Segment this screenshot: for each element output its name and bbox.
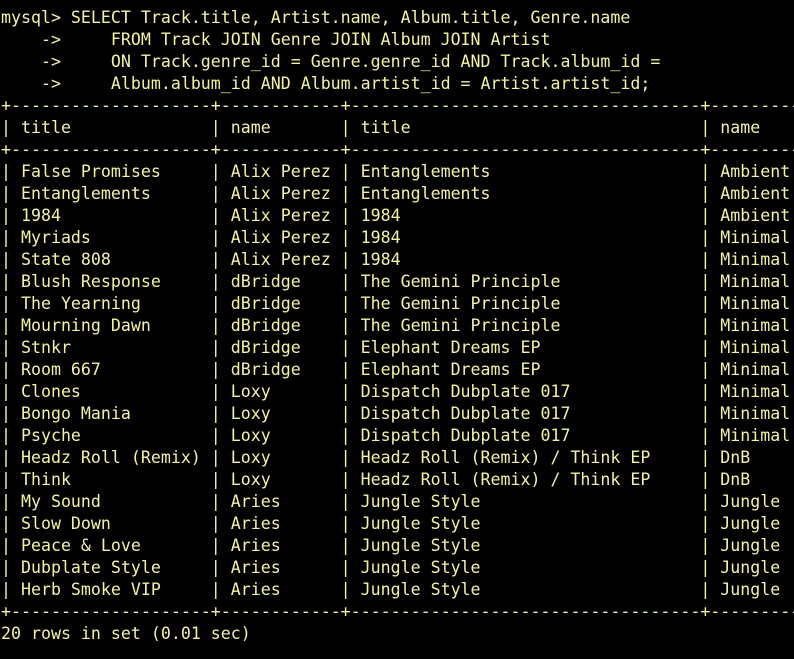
sql-query: mysql> SELECT Track.title, Artist.name, …	[1, 7, 794, 95]
query-line: -> Album.album_id AND Album.artist_id = …	[1, 74, 651, 93]
table-border: +--------------------+------------+-----…	[1, 140, 794, 159]
table-row: | False Promises | Alix Perez | Entangle…	[1, 162, 794, 181]
table-row: | Blush Response | dBridge | The Gemini …	[1, 272, 794, 291]
table-row: | Herb Smoke VIP | Aries | Jungle Style …	[1, 580, 794, 599]
table-row: | Psyche | Loxy | Dispatch Dubplate 017 …	[1, 426, 794, 445]
terminal-window[interactable]: mysql> SELECT Track.title, Artist.name, …	[0, 0, 794, 659]
table-row: | Bongo Mania | Loxy | Dispatch Dubplate…	[1, 404, 794, 423]
table-border: +--------------------+------------+-----…	[1, 602, 794, 621]
table-row: | Entanglements | Alix Perez | Entanglem…	[1, 184, 794, 203]
table-border: +--------------------+------------+-----…	[1, 96, 794, 115]
table-row: | Dubplate Style | Aries | Jungle Style …	[1, 558, 794, 577]
table-row: | The Yearning | dBridge | The Gemini Pr…	[1, 294, 794, 313]
table-row: | Room 667 | dBridge | Elephant Dreams E…	[1, 360, 794, 379]
query-line: mysql> SELECT Track.title, Artist.name, …	[1, 8, 631, 27]
table-row: | Think | Loxy | Headz Roll (Remix) / Th…	[1, 470, 794, 489]
query-line: -> ON Track.genre_id = Genre.genre_id AN…	[1, 52, 661, 71]
result-summary: 20 rows in set (0.01 sec)	[1, 624, 251, 643]
query-line: -> FROM Track JOIN Genre JOIN Album JOIN…	[1, 30, 551, 49]
table-header: | title | name | title | name |	[1, 118, 794, 137]
table-row: | Peace & Love | Aries | Jungle Style | …	[1, 536, 794, 555]
table-row: | Stnkr | dBridge | Elephant Dreams EP |…	[1, 338, 794, 357]
result-table: +--------------------+------------+-----…	[1, 95, 794, 623]
table-row: | Clones | Loxy | Dispatch Dubplate 017 …	[1, 382, 794, 401]
table-row: | Headz Roll (Remix) | Loxy | Headz Roll…	[1, 448, 794, 467]
table-row: | 1984 | Alix Perez | 1984 | Ambient |	[1, 206, 794, 225]
table-row: | Mourning Dawn | dBridge | The Gemini P…	[1, 316, 794, 335]
table-row: | My Sound | Aries | Jungle Style | Jung…	[1, 492, 794, 511]
table-row: | Slow Down | Aries | Jungle Style | Jun…	[1, 514, 794, 533]
table-row: | State 808 | Alix Perez | 1984 | Minima…	[1, 250, 794, 269]
table-row: | Myriads | Alix Perez | 1984 | Minimal …	[1, 228, 794, 247]
